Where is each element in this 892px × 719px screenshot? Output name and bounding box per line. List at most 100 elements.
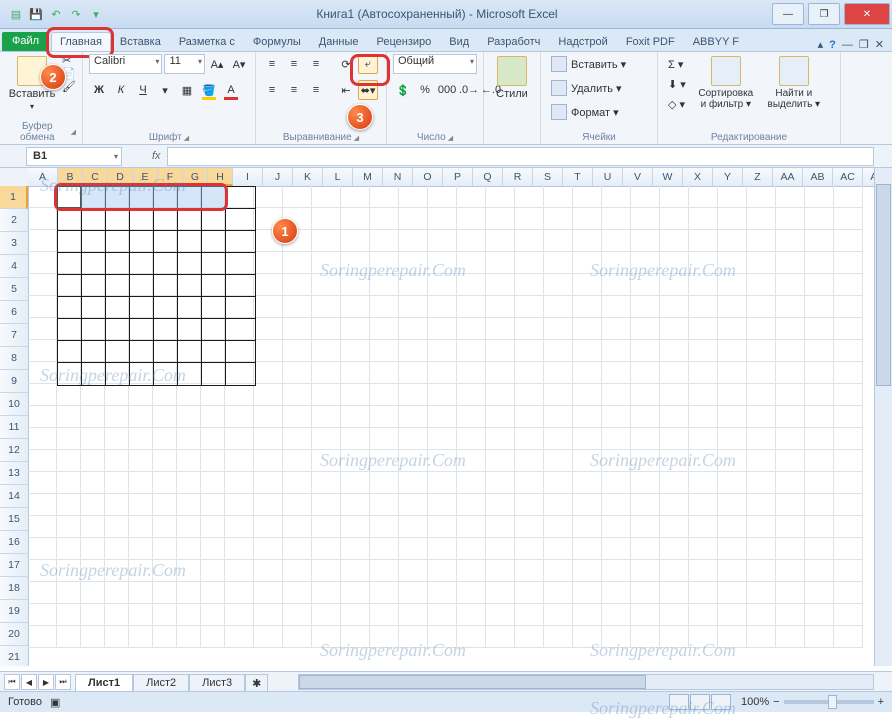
- row-header[interactable]: 17: [0, 554, 28, 577]
- row-header[interactable]: 2: [0, 209, 28, 232]
- format-cells-button[interactable]: Формат ▾: [547, 102, 651, 122]
- tab-данные[interactable]: Данные: [310, 32, 368, 51]
- find-select-button[interactable]: Найти и выделить ▾: [762, 54, 826, 112]
- delete-cells-button[interactable]: Удалить ▾: [547, 78, 651, 98]
- column-header[interactable]: R: [503, 168, 533, 186]
- row-header[interactable]: 21: [0, 646, 28, 666]
- row-header[interactable]: 8: [0, 347, 28, 370]
- doc-close-icon[interactable]: ✕: [875, 38, 884, 51]
- tab-foxit pdf[interactable]: Foxit PDF: [617, 32, 684, 51]
- zoom-slider[interactable]: [784, 700, 874, 704]
- decrease-indent-icon[interactable]: ⇤: [336, 80, 356, 100]
- doc-restore-icon[interactable]: ❐: [859, 38, 869, 51]
- zoom-level[interactable]: 100%: [741, 696, 769, 708]
- underline-dropdown-icon[interactable]: ▾: [155, 80, 175, 100]
- orientation-icon[interactable]: ⟳: [336, 54, 356, 74]
- tab-разметка с[interactable]: Разметка с: [170, 32, 244, 51]
- dialog-launcher-icon[interactable]: ◢: [184, 134, 189, 142]
- name-box[interactable]: B1: [26, 147, 122, 166]
- italic-button[interactable]: К: [111, 80, 131, 100]
- zoom-out-button[interactable]: −: [773, 696, 779, 708]
- number-format-combo[interactable]: Общий: [393, 54, 477, 74]
- qat-more-icon[interactable]: ▾: [88, 6, 104, 22]
- file-tab[interactable]: Файл: [2, 32, 49, 51]
- column-header[interactable]: X: [683, 168, 713, 186]
- insert-cells-button[interactable]: Вставить ▾: [547, 54, 651, 74]
- row-header[interactable]: 3: [0, 232, 28, 255]
- redo-icon[interactable]: ↷: [68, 6, 84, 22]
- underline-button[interactable]: Ч: [133, 80, 153, 100]
- select-all-corner[interactable]: [0, 168, 29, 187]
- row-header[interactable]: 7: [0, 324, 28, 347]
- font-size-combo[interactable]: 11: [164, 54, 205, 74]
- row-header[interactable]: 5: [0, 278, 28, 301]
- accounting-format-icon[interactable]: 💲: [393, 80, 413, 100]
- dialog-launcher-icon[interactable]: ◢: [448, 134, 453, 142]
- sheet-tab-Лист3[interactable]: Лист3: [189, 674, 245, 691]
- row-header[interactable]: 4: [0, 255, 28, 278]
- row-header[interactable]: 9: [0, 370, 28, 393]
- column-header[interactable]: AC: [833, 168, 863, 186]
- tab-abbyy f[interactable]: ABBYY F: [684, 32, 748, 51]
- page-break-view-icon[interactable]: [711, 694, 731, 710]
- tab-вид[interactable]: Вид: [440, 32, 478, 51]
- tab-рецензиро[interactable]: Рецензиро: [368, 32, 441, 51]
- normal-view-icon[interactable]: [669, 694, 689, 710]
- column-header[interactable]: Y: [713, 168, 743, 186]
- sheet-tab-Лист2[interactable]: Лист2: [133, 674, 189, 691]
- dialog-launcher-icon[interactable]: ◢: [354, 134, 359, 142]
- sort-filter-button[interactable]: Сортировка и фильтр ▾: [694, 54, 758, 112]
- column-header[interactable]: P: [443, 168, 473, 186]
- help-icon[interactable]: ?: [829, 39, 836, 51]
- column-header[interactable]: L: [323, 168, 353, 186]
- border-button[interactable]: ▦: [177, 80, 197, 100]
- column-header[interactable]: AA: [773, 168, 803, 186]
- minimize-ribbon-icon[interactable]: ▴: [818, 38, 824, 51]
- column-header[interactable]: A: [28, 168, 58, 186]
- decrease-font-icon[interactable]: A▾: [229, 54, 249, 74]
- sheet-prev-icon[interactable]: ◀: [21, 674, 37, 690]
- font-name-combo[interactable]: Calibri: [89, 54, 162, 74]
- autosum-button[interactable]: Σ ▾: [664, 54, 690, 74]
- align-left-icon[interactable]: ≡: [262, 80, 282, 100]
- macro-record-icon[interactable]: ▣: [50, 696, 60, 709]
- row-header[interactable]: 12: [0, 439, 28, 462]
- align-bottom-icon[interactable]: ≡: [306, 54, 326, 74]
- align-middle-icon[interactable]: ≡: [284, 54, 304, 74]
- column-header[interactable]: N: [383, 168, 413, 186]
- tab-разработч[interactable]: Разработч: [478, 32, 549, 51]
- row-header[interactable]: 14: [0, 485, 28, 508]
- sheet-tab-Лист1[interactable]: Лист1: [75, 674, 133, 691]
- comma-format-icon[interactable]: 000: [437, 80, 457, 100]
- align-top-icon[interactable]: ≡: [262, 54, 282, 74]
- vertical-scrollbar[interactable]: [874, 168, 892, 666]
- sheet-first-icon[interactable]: ⏮: [4, 674, 20, 690]
- tab-надстрой[interactable]: Надстрой: [549, 32, 616, 51]
- fill-button[interactable]: ⬇ ▾: [664, 74, 690, 94]
- page-layout-view-icon[interactable]: [690, 694, 710, 710]
- row-header[interactable]: 19: [0, 600, 28, 623]
- row-header[interactable]: 16: [0, 531, 28, 554]
- merge-center-button[interactable]: ⬌▾: [358, 80, 378, 100]
- column-header[interactable]: O: [413, 168, 443, 186]
- hscroll-thumb[interactable]: [299, 675, 645, 689]
- formula-input[interactable]: [167, 147, 874, 166]
- minimize-button[interactable]: —: [772, 3, 804, 25]
- increase-decimal-icon[interactable]: .0→: [459, 80, 479, 100]
- column-header[interactable]: K: [293, 168, 323, 186]
- row-header[interactable]: 13: [0, 462, 28, 485]
- column-header[interactable]: M: [353, 168, 383, 186]
- styles-button[interactable]: Стили: [490, 54, 534, 102]
- column-header[interactable]: J: [263, 168, 293, 186]
- column-header[interactable]: S: [533, 168, 563, 186]
- percent-format-icon[interactable]: %: [415, 80, 435, 100]
- tab-вставка[interactable]: Вставка: [111, 32, 170, 51]
- column-header[interactable]: T: [563, 168, 593, 186]
- column-header[interactable]: Q: [473, 168, 503, 186]
- new-sheet-button[interactable]: ✱: [245, 674, 268, 692]
- vscroll-thumb[interactable]: [876, 184, 891, 386]
- dialog-launcher-icon[interactable]: ◢: [71, 128, 76, 136]
- fill-color-button[interactable]: 🪣: [199, 80, 219, 100]
- row-header[interactable]: 11: [0, 416, 28, 439]
- sheet-last-icon[interactable]: ⏭: [55, 674, 71, 690]
